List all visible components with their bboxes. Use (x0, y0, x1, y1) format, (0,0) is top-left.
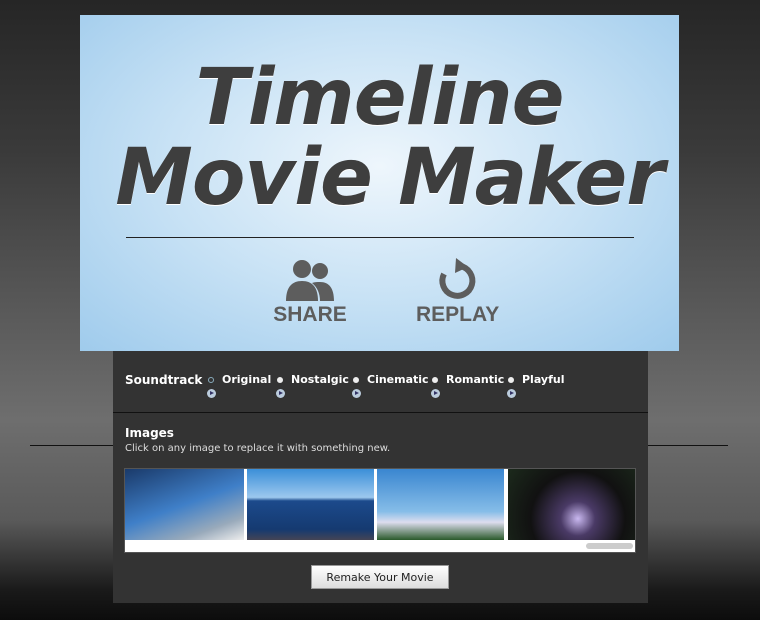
scrollbar[interactable] (586, 543, 633, 549)
soundtrack-option-romantic[interactable]: Romantic (431, 373, 505, 398)
soundtrack-option-original[interactable]: Original (207, 373, 272, 398)
section-divider (113, 412, 648, 413)
play-icon[interactable] (352, 389, 361, 398)
soundtrack-label: Soundtrack (125, 373, 203, 387)
share-label: SHARE (273, 303, 347, 326)
image-thumbnail[interactable] (247, 469, 374, 540)
title-rule (126, 237, 634, 238)
radio[interactable] (432, 377, 438, 383)
play-icon[interactable] (507, 389, 516, 398)
option-label: Playful (522, 373, 565, 386)
image-strip (124, 468, 636, 553)
images-heading: Images (125, 426, 174, 440)
radio-selected[interactable] (208, 377, 214, 383)
images-hint: Click on any image to replace it with so… (125, 443, 391, 454)
movie-preview: Timeline Movie Maker SHARE REPLAY (80, 15, 679, 351)
replay-icon (439, 258, 476, 299)
soundtrack-option-nostalgic[interactable]: Nostalgic (276, 373, 349, 398)
title-line-1: Timeline (195, 53, 564, 143)
replay-label: REPLAY (416, 303, 500, 326)
image-thumbnail[interactable] (377, 469, 504, 540)
share-button[interactable]: SHARE (270, 257, 350, 327)
radio[interactable] (353, 377, 359, 383)
people-icon (286, 260, 334, 301)
replay-button[interactable]: REPLAY (416, 257, 500, 327)
soundtrack-option-playful[interactable]: Playful (507, 373, 565, 398)
image-thumbnail[interactable] (508, 469, 635, 540)
play-icon[interactable] (207, 389, 216, 398)
play-icon[interactable] (276, 389, 285, 398)
option-label: Romantic (446, 373, 505, 386)
play-icon[interactable] (431, 389, 440, 398)
remake-movie-button[interactable]: Remake Your Movie (311, 565, 449, 589)
options-panel: Soundtrack Original Nostalgic Cinematic … (113, 351, 648, 603)
radio[interactable] (277, 377, 283, 383)
image-thumbnail[interactable] (125, 469, 244, 540)
option-label: Nostalgic (291, 373, 349, 386)
option-label: Original (222, 373, 272, 386)
option-label: Cinematic (367, 373, 429, 386)
title-line-2: Movie Maker (115, 133, 665, 223)
soundtrack-option-cinematic[interactable]: Cinematic (352, 373, 429, 398)
radio[interactable] (508, 377, 514, 383)
